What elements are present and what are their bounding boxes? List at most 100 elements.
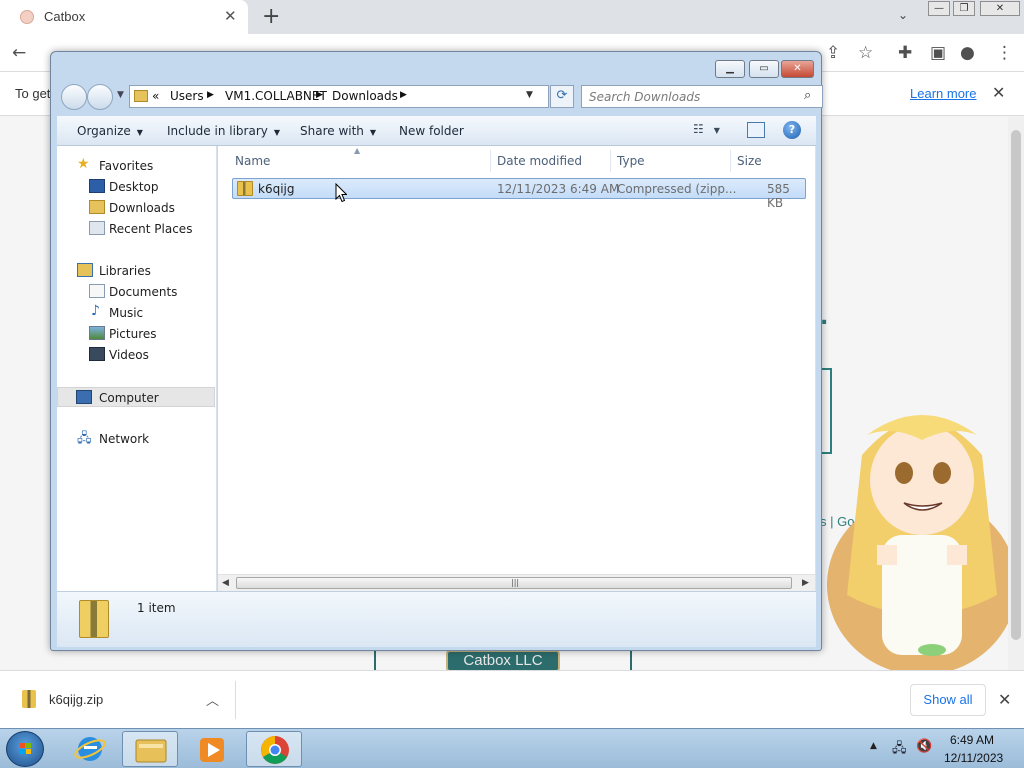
extensions-puzzle-icon[interactable]: ✚	[898, 43, 912, 63]
nav-videos[interactable]: Videos	[57, 345, 215, 365]
recent-pages-dropdown-icon[interactable]: ▼	[117, 90, 124, 100]
search-input[interactable]: Search Downloads ⌕	[581, 85, 823, 108]
documents-icon	[89, 284, 105, 298]
nav-libraries[interactable]: Libraries	[57, 261, 215, 281]
media-player-taskbar-button[interactable]	[184, 731, 240, 767]
address-history-dropdown-icon[interactable]: ▼	[526, 90, 533, 100]
downloads-close-icon[interactable]: ✕	[998, 690, 1011, 709]
column-divider[interactable]	[730, 150, 731, 172]
column-header-date-modified[interactable]: Date modified	[497, 154, 582, 168]
volume-muted-icon[interactable]: 🔇	[916, 739, 932, 754]
file-explorer-taskbar-button[interactable]	[122, 731, 178, 767]
pictures-icon	[89, 326, 105, 340]
change-view-button[interactable]: ☷ ▼	[693, 122, 733, 140]
column-divider[interactable]	[610, 150, 611, 172]
downloads-shelf: k6qijg.zip ︿ Show all ✕	[0, 670, 1024, 728]
infobar-close-icon[interactable]: ✕	[992, 83, 1005, 102]
address-folder-icon	[134, 90, 148, 102]
clock-time[interactable]: 6:49 AM	[950, 733, 994, 747]
help-icon[interactable]: ?	[783, 121, 801, 139]
favorites-star-icon: ★	[77, 156, 90, 172]
back-button[interactable]	[61, 84, 87, 110]
scroll-grip-icon: |||	[511, 578, 520, 587]
browser-close-icon[interactable]: ✕	[980, 1, 1020, 16]
nav-network[interactable]: 🖧 Network	[57, 429, 215, 449]
bookmark-star-icon[interactable]: ☆	[858, 43, 873, 63]
mouse-pointer-icon	[335, 183, 347, 203]
browser-restore-icon[interactable]: ❐	[953, 1, 975, 16]
minimize-icon[interactable]: ▁	[715, 60, 745, 78]
column-header-size[interactable]: Size	[737, 154, 762, 168]
dropdown-arrow-icon: ▼	[273, 128, 281, 137]
kebab-menu-icon[interactable]: ⋮	[996, 43, 1013, 63]
chrome-taskbar-button[interactable]	[246, 731, 302, 767]
folder-icon	[135, 739, 167, 763]
maximize-icon[interactable]: ▭	[749, 60, 779, 78]
forward-button[interactable]	[87, 84, 113, 110]
file-name[interactable]: k6qijg	[258, 182, 295, 196]
preview-pane-icon[interactable]	[747, 122, 765, 138]
nav-downloads[interactable]: Downloads	[57, 198, 215, 218]
column-header-type[interactable]: Type	[617, 154, 645, 168]
learn-more-link[interactable]: Learn more	[910, 86, 976, 101]
page-scroll-thumb[interactable]	[1011, 130, 1021, 640]
tab-close-icon[interactable]: ✕	[224, 7, 237, 25]
nav-computer[interactable]: Computer	[57, 387, 215, 407]
scroll-left-arrow-icon[interactable]: ◀	[222, 578, 229, 588]
download-item[interactable]: k6qijg.zip ︿	[14, 681, 236, 719]
start-button[interactable]	[6, 731, 44, 767]
include-in-library-menu[interactable]: Include in library ▼	[167, 124, 280, 138]
breadcrumb-separator-icon[interactable]: ▶	[400, 90, 407, 100]
nav-desktop[interactable]: Desktop	[57, 177, 215, 197]
network-tray-icon[interactable]: 🖧	[892, 739, 907, 761]
downloads-folder-icon	[89, 200, 105, 214]
nav-recent-places[interactable]: Recent Places	[57, 219, 215, 239]
breadcrumb-separator-icon[interactable]: ▶	[316, 90, 323, 100]
browser-minimize-icon[interactable]: —	[928, 1, 950, 16]
nav-pictures-label: Pictures	[109, 327, 157, 341]
column-header-name[interactable]: Name	[235, 154, 270, 168]
share-with-menu[interactable]: Share with ▼	[300, 124, 376, 138]
breadcrumb-separator-icon[interactable]: ▶	[207, 90, 214, 100]
new-folder-button[interactable]: New folder	[399, 124, 464, 138]
tray-expand-icon[interactable]: ▲	[870, 741, 877, 751]
show-all-button[interactable]: Show all	[910, 684, 986, 716]
zip-folder-icon	[237, 181, 253, 196]
column-divider[interactable]	[490, 150, 491, 172]
organize-menu[interactable]: Organize ▼	[77, 124, 143, 138]
chevron-up-icon[interactable]: ︿	[206, 690, 219, 709]
nav-documents[interactable]: Documents	[57, 282, 215, 302]
browser-tab-catbox[interactable]: Catbox ✕	[0, 0, 248, 34]
file-list-pane: ▲ Name Date modified Type Size k6qijg 12…	[218, 146, 816, 591]
large-zip-folder-icon	[79, 600, 109, 638]
search-icon[interactable]: ⌕	[804, 88, 811, 103]
nav-music[interactable]: ♪ Music	[57, 303, 215, 323]
windows-taskbar: ▲ 🖧 🔇 6:49 AM 12/11/2023	[0, 728, 1024, 768]
refresh-button[interactable]: ⟳	[550, 85, 574, 108]
clock-date[interactable]: 12/11/2023	[944, 751, 1003, 765]
internet-explorer-taskbar-button[interactable]	[62, 731, 118, 767]
network-globe-icon: 🖧	[77, 431, 92, 446]
breadcrumb-users[interactable]: Users	[170, 89, 204, 103]
file-size: 585 KB	[767, 182, 790, 210]
tab-list-chevron-icon[interactable]: ⌄	[898, 8, 908, 22]
back-arrow-icon[interactable]: ←	[12, 43, 26, 63]
file-row[interactable]: k6qijg 12/11/2023 6:49 AM Compressed (zi…	[232, 178, 806, 210]
nav-pictures[interactable]: Pictures	[57, 324, 215, 344]
breadcrumb-user-folder[interactable]: VM1.COLLABNET	[225, 89, 327, 103]
close-icon[interactable]: ✕	[781, 60, 814, 78]
profile-avatar-icon[interactable]: ●	[960, 43, 975, 63]
address-bar[interactable]: « Users ▶ VM1.COLLABNET ▶ Downloads ▶ ▼	[129, 85, 549, 108]
sort-indicator-icon: ▲	[354, 146, 361, 155]
new-tab-plus-icon[interactable]: +	[262, 4, 280, 29]
horizontal-scroll-thumb[interactable]: |||	[236, 577, 792, 589]
scroll-right-arrow-icon[interactable]: ▶	[802, 578, 809, 588]
breadcrumb-downloads[interactable]: Downloads	[332, 89, 398, 103]
breadcrumb-overflow[interactable]: «	[152, 89, 159, 103]
share-icon[interactable]: ⇪	[826, 43, 840, 63]
pane-divider	[815, 146, 816, 591]
nav-favorites[interactable]: ★ Favorites	[57, 156, 215, 176]
dropdown-arrow-icon: ▼	[713, 126, 720, 135]
horizontal-scrollbar[interactable]: ◀ ||| ▶	[218, 574, 816, 591]
side-panel-icon[interactable]: ▣	[930, 43, 946, 63]
